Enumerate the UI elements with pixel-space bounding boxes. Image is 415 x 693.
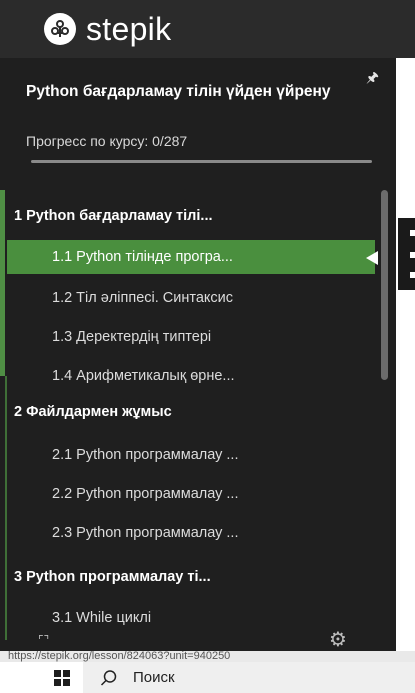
lesson-tooltip [398, 218, 415, 290]
sidebar-scrollbar[interactable] [381, 190, 388, 380]
lesson-1-1[interactable]: 1.1 Python тілінде програ... [7, 240, 378, 274]
brand-name: stepik [86, 10, 172, 47]
lesson-content-edge [396, 58, 415, 652]
lesson-label: 2.2 Python программалау ... [52, 486, 239, 502]
lesson-label: 2.3 Python программалау ... [52, 525, 239, 541]
lesson-1-2[interactable]: 1.2 Тіл әліппесі. Синтаксис [7, 281, 375, 315]
stepik-logo-icon [44, 13, 76, 45]
lesson-label: 1.1 Python тілінде програ... [52, 249, 233, 265]
link-preview-statusbar: https://stepik.org/lesson/824063?unit=94… [0, 651, 415, 662]
lesson-label: 1.2 Тіл әліппесі. Синтаксис [52, 290, 234, 306]
taskbar-search-box[interactable]: Поиск [83, 662, 415, 693]
lesson-2-3[interactable]: 2.3 Python программалау ... [7, 516, 375, 550]
section-1[interactable]: 1 Python бағдарламау тілі... [0, 198, 375, 234]
tooltip-text-fragment [410, 272, 415, 278]
lesson-2-2[interactable]: 2.2 Python программалау ... [7, 477, 375, 511]
lesson-1-3[interactable]: 1.3 Деректердің типтері [7, 320, 375, 354]
course-sidebar: 🖈 Python бағдарламау тілін үйден үйрену … [0, 58, 396, 652]
active-lesson-arrow-icon [366, 251, 378, 265]
stepik-logo[interactable]: stepik [44, 11, 171, 48]
lesson-label: 2.1 Python программалау ... [52, 447, 239, 463]
lesson-label: 1.3 Деректердің типтері [52, 329, 212, 345]
course-title[interactable]: Python бағдарламау тілін үйден үйрену [26, 82, 356, 102]
course-progress-label: Прогресс по курсу: 0/287 [26, 133, 188, 149]
lesson-1-4[interactable]: 1.4 Арифметикалық өрне... [7, 359, 375, 393]
lesson-label: 3.1 While циклі [52, 610, 152, 626]
lesson-label: 1.4 Арифметикалық өрне... [52, 368, 235, 384]
search-placeholder: Поиск [133, 669, 175, 686]
expand-icon[interactable]: ⌜⌝ [38, 633, 49, 647]
section-label: 2 Файлдармен жұмыс [14, 404, 172, 420]
lesson-2-1[interactable]: 2.1 Python программалау ... [7, 438, 375, 472]
pin-icon[interactable]: 🖈 [366, 67, 379, 91]
section-2[interactable]: 2 Файлдармен жұмыс [0, 394, 375, 430]
top-header: stepik [0, 0, 415, 58]
section-3[interactable]: 3 Python программалау ті... [0, 559, 375, 595]
section-label: 3 Python программалау ті... [14, 569, 211, 585]
search-icon [100, 669, 117, 686]
section-label: 1 Python бағдарламау тілі... [14, 208, 213, 224]
windows-start-icon[interactable] [54, 670, 70, 686]
lesson-3-1[interactable]: 3.1 While циклі [7, 601, 375, 635]
tooltip-text-fragment [410, 252, 415, 258]
tooltip-text-fragment [410, 230, 415, 236]
course-progress-bar [31, 160, 372, 163]
gear-icon[interactable]: ⚙ [329, 630, 347, 650]
windows-taskbar: Поиск [0, 662, 415, 693]
